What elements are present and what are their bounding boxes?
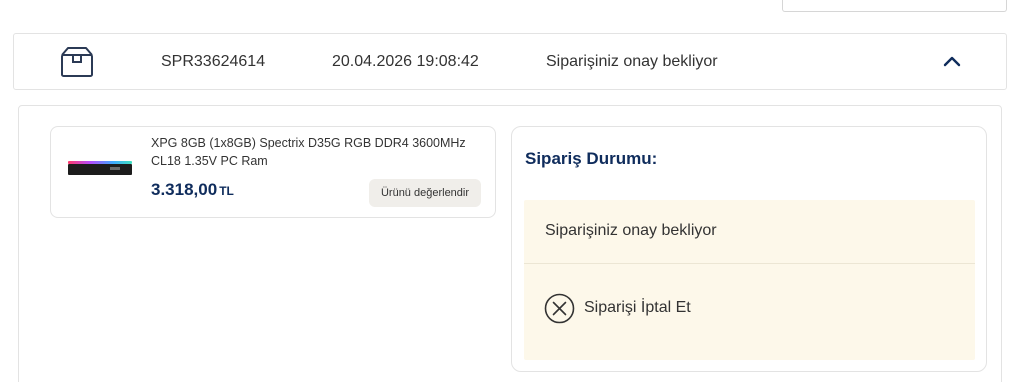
order-date: 20.04.2026 19:08:42	[332, 53, 479, 70]
package-icon	[60, 47, 94, 77]
order-status: Siparişiniz onay bekliyor	[546, 53, 718, 70]
status-section-title: Sipariş Durumu:	[525, 149, 658, 168]
close-circle-icon	[544, 293, 575, 324]
product-price: 3.318,00 TL	[151, 180, 234, 200]
chevron-up-icon[interactable]	[942, 52, 962, 72]
ram-module-image[interactable]	[68, 158, 132, 178]
status-text: Siparişiniz onay bekliyor	[545, 222, 717, 239]
top-input-box[interactable]	[782, 0, 1007, 12]
price-amount: 3.318,00	[151, 180, 218, 199]
status-panel: Siparişiniz onay bekliyor Siparişi İptal…	[524, 200, 975, 360]
price-currency: TL	[219, 184, 234, 198]
order-summary-row[interactable]: SPR33624614 20.04.2026 19:08:42 Siparişi…	[13, 33, 1007, 90]
divider	[524, 263, 975, 264]
order-number: SPR33624614	[161, 53, 266, 70]
product-name[interactable]: XPG 8GB (1x8GB) Spectrix D35G RGB DDR4 3…	[151, 134, 487, 170]
order-details-panel: XPG 8GB (1x8GB) Spectrix D35G RGB DDR4 3…	[18, 105, 1002, 382]
product-card: XPG 8GB (1x8GB) Spectrix D35G RGB DDR4 3…	[50, 126, 496, 218]
cancel-order-label: Siparişi İptal Et	[584, 299, 691, 316]
cancel-order-button[interactable]: Siparişi İptal Et	[544, 292, 691, 324]
rate-product-button[interactable]: Ürünü değerlendir	[369, 179, 481, 207]
order-status-card: Sipariş Durumu: Siparişiniz onay bekliyo…	[511, 126, 987, 372]
